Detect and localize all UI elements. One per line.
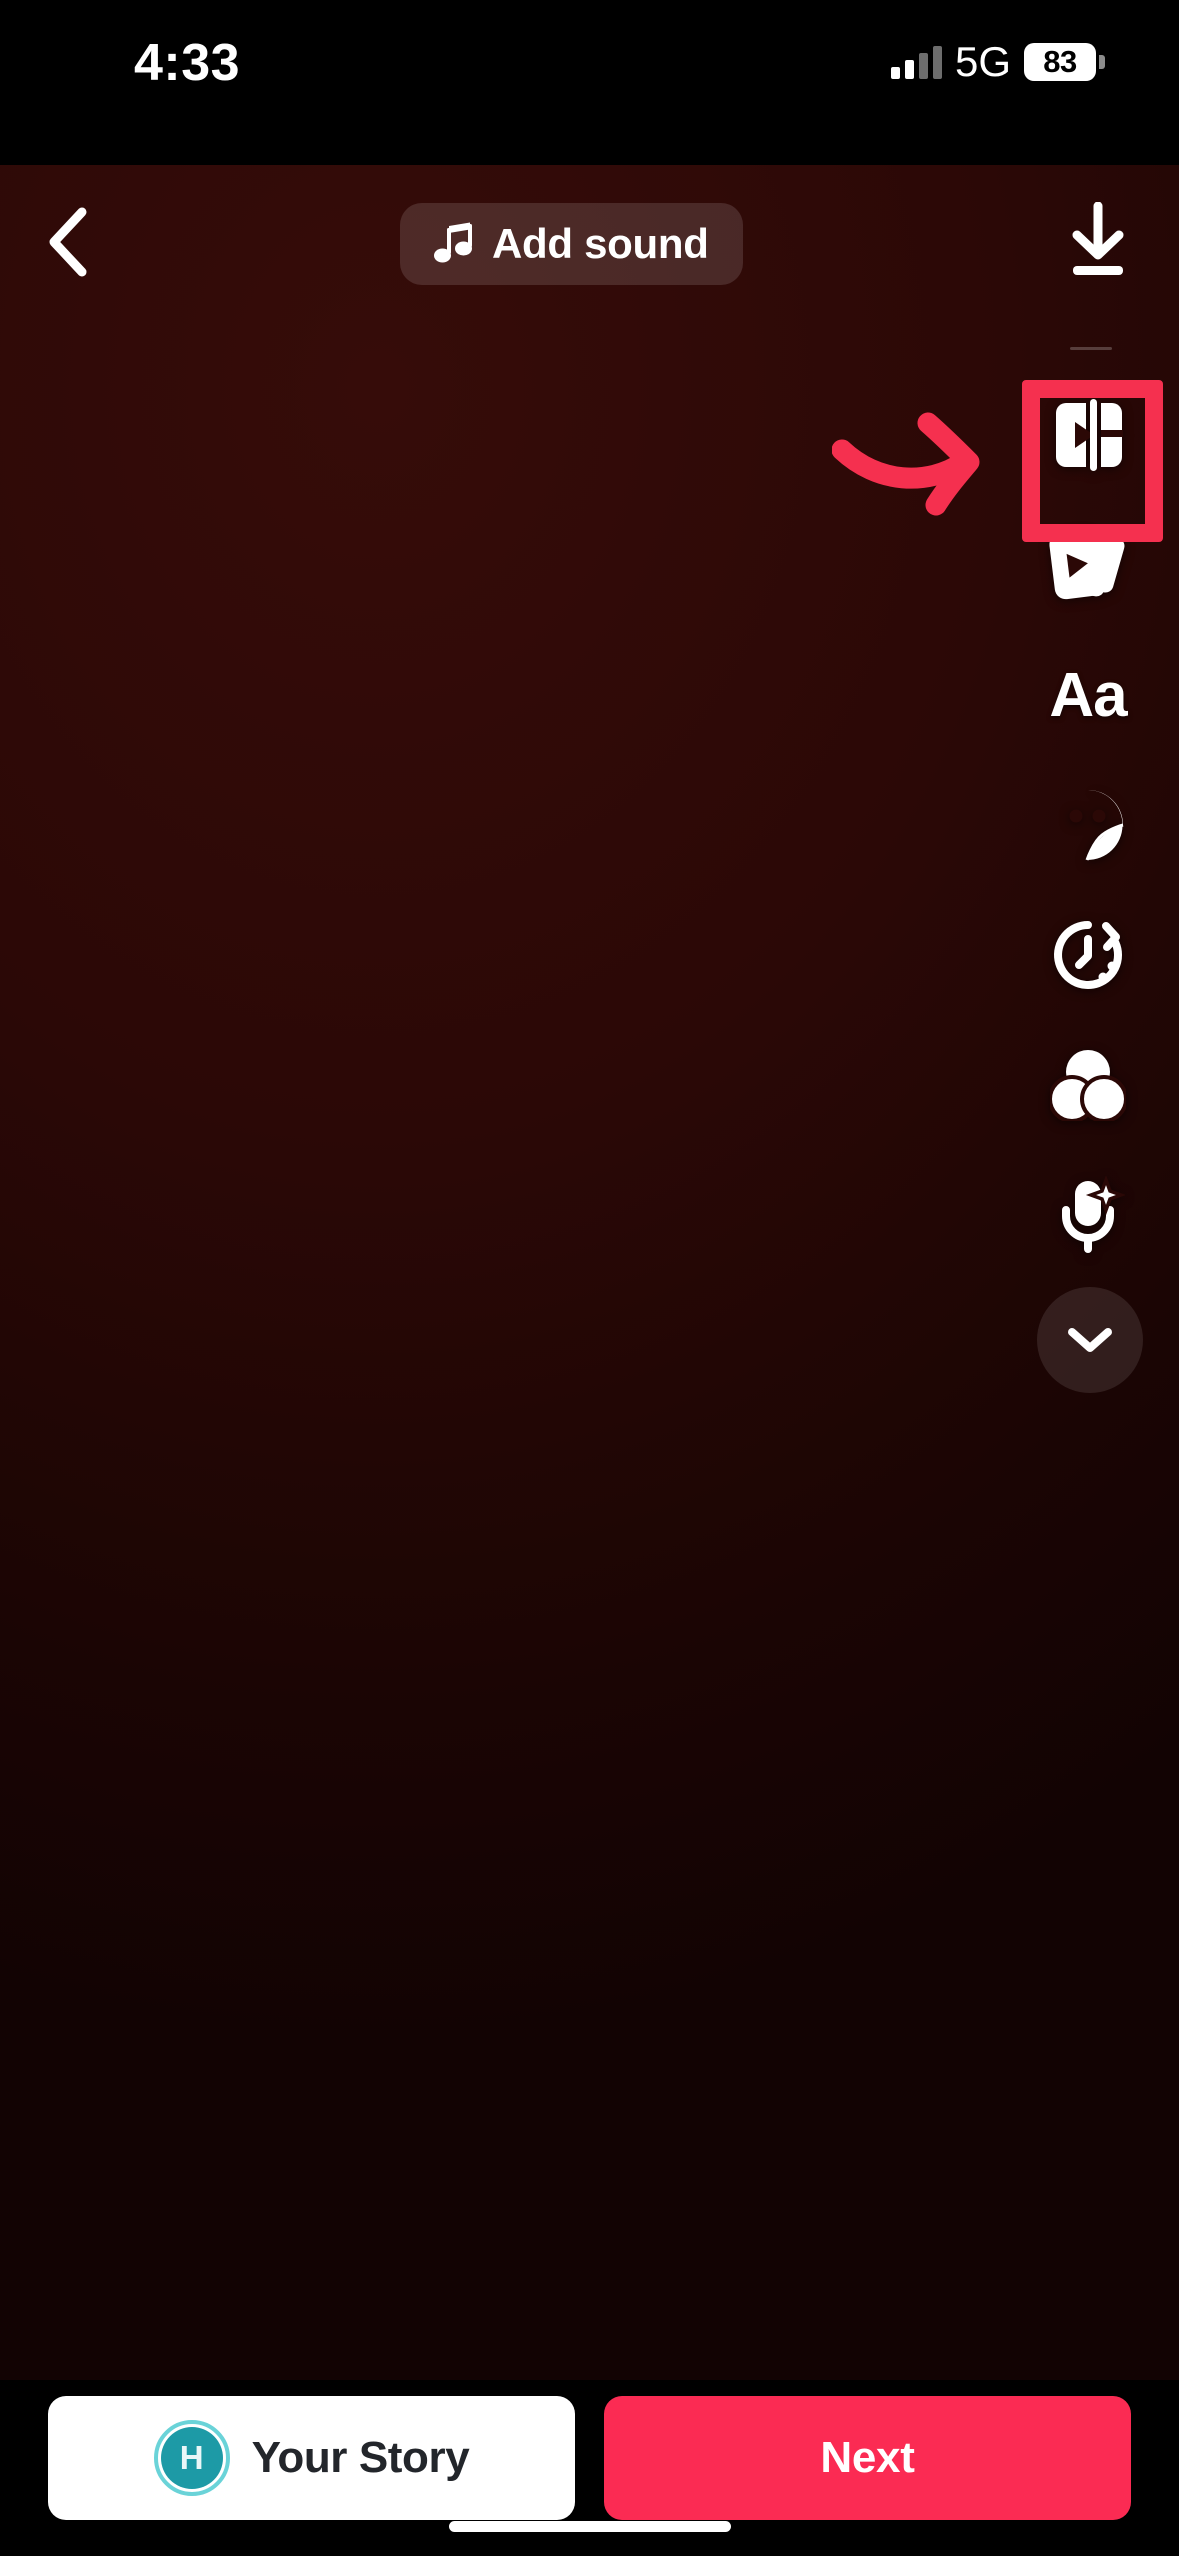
- add-sound-button[interactable]: Add sound: [400, 203, 743, 285]
- phone-screen: 4:33 5G 83 Add sound Aa H Your Story Nex…: [0, 0, 1179, 2556]
- cellular-signal-icon: [890, 45, 942, 79]
- add-sound-label: Add sound: [492, 220, 709, 267]
- tool-stickers[interactable]: [1033, 770, 1143, 880]
- editor-tool-rail: Aa: [979, 165, 1179, 2380]
- network-type-label: 5G: [954, 38, 1011, 85]
- battery-icon: 83: [1024, 43, 1105, 81]
- tool-templates[interactable]: [1033, 510, 1143, 620]
- sticker-face-icon: [1069, 790, 1124, 861]
- your-story-label: Your Story: [251, 2433, 470, 2482]
- status-indicators: 5G 83: [890, 38, 1105, 86]
- avatar-initial: H: [179, 2439, 204, 2476]
- microphone-sparkle-icon: [1062, 1176, 1125, 1253]
- tool-clip-split[interactable]: [1033, 380, 1143, 490]
- editor-bottom-bar: H Your Story Next: [0, 2380, 1179, 2556]
- avatar-ring: H: [153, 2420, 230, 2496]
- clip-split-icon: [1056, 399, 1123, 471]
- your-story-button[interactable]: H Your Story: [48, 2396, 575, 2520]
- template-cards-icon: [1049, 530, 1125, 600]
- tool-filters[interactable]: [1033, 1030, 1143, 1140]
- text-aa-icon: Aa: [1049, 660, 1127, 730]
- status-bar: 4:33 5G 83: [0, 0, 1179, 165]
- annotation-arrow: [832, 412, 980, 516]
- collapse-tools-button[interactable]: [1037, 1287, 1143, 1393]
- music-note-icon: [434, 222, 472, 263]
- next-label: Next: [820, 2433, 915, 2482]
- home-indicator[interactable]: [448, 2521, 731, 2532]
- chevron-left-icon: [49, 207, 87, 277]
- tool-timer[interactable]: [1033, 900, 1143, 1010]
- tool-text[interactable]: Aa: [1033, 640, 1143, 750]
- battery-percent-label: 83: [1043, 44, 1077, 79]
- clock-timer-icon: [1054, 921, 1122, 989]
- status-time: 4:33: [133, 34, 241, 92]
- tool-voice-effects[interactable]: [1033, 1160, 1143, 1270]
- avatar: H: [160, 2427, 223, 2489]
- video-preview-canvas[interactable]: Add sound Aa: [0, 165, 1179, 2380]
- chevron-down-icon: [1068, 1328, 1112, 1352]
- filters-circles-icon: [1050, 1050, 1126, 1121]
- curved-arrow-right-icon: [832, 412, 980, 516]
- next-button[interactable]: Next: [604, 2396, 1131, 2520]
- back-button[interactable]: [22, 197, 112, 287]
